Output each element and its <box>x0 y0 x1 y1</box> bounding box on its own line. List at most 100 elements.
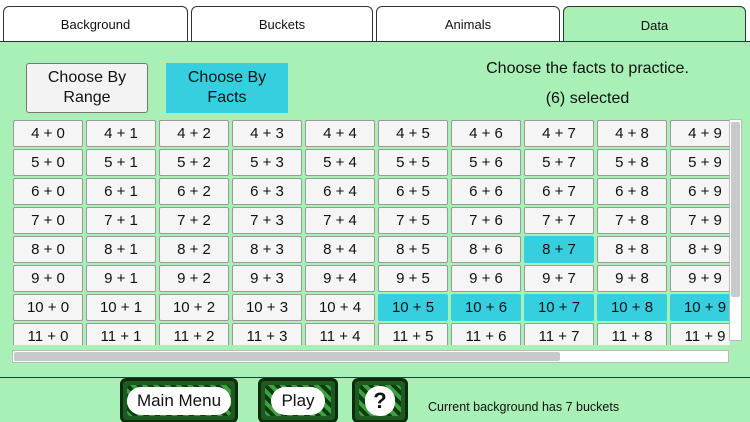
fact-cell[interactable]: 7 + 3 <box>232 207 302 234</box>
fact-cell[interactable]: 10 + 0 <box>13 294 83 321</box>
fact-cell[interactable]: 8 + 2 <box>159 236 229 263</box>
fact-cell[interactable]: 6 + 5 <box>378 178 448 205</box>
fact-cell[interactable]: 5 + 1 <box>86 149 156 176</box>
tab-buckets[interactable]: Buckets <box>191 6 373 42</box>
fact-cell[interactable]: 4 + 9 <box>670 120 730 147</box>
fact-cell[interactable]: 6 + 7 <box>524 178 594 205</box>
vertical-scrollbar[interactable] <box>729 119 742 341</box>
fact-cell[interactable]: 9 + 9 <box>670 265 730 292</box>
fact-cell[interactable]: 8 + 1 <box>86 236 156 263</box>
fact-cell[interactable]: 11 + 5 <box>378 323 448 345</box>
fact-cell[interactable]: 9 + 0 <box>13 265 83 292</box>
play-button[interactable]: Play <box>258 378 338 422</box>
fact-cell[interactable]: 10 + 9 <box>670 294 730 321</box>
main-menu-label: Main Menu <box>126 386 232 415</box>
fact-cell[interactable]: 9 + 1 <box>86 265 156 292</box>
fact-cell[interactable]: 9 + 2 <box>159 265 229 292</box>
fact-cell[interactable]: 11 + 7 <box>524 323 594 345</box>
fact-cell[interactable]: 4 + 5 <box>378 120 448 147</box>
fact-cell[interactable]: 6 + 9 <box>670 178 730 205</box>
fact-cell[interactable]: 8 + 6 <box>451 236 521 263</box>
fact-cell[interactable]: 4 + 4 <box>305 120 375 147</box>
fact-cell[interactable]: 7 + 9 <box>670 207 730 234</box>
horizontal-scrollbar[interactable] <box>12 350 729 363</box>
fact-cell[interactable]: 9 + 5 <box>378 265 448 292</box>
choose-by-facts-button[interactable]: Choose By Facts <box>166 63 288 113</box>
fact-cell[interactable]: 6 + 6 <box>451 178 521 205</box>
fact-cell[interactable]: 4 + 0 <box>13 120 83 147</box>
fact-cell[interactable]: 8 + 4 <box>305 236 375 263</box>
fact-cell[interactable]: 6 + 3 <box>232 178 302 205</box>
fact-cell[interactable]: 6 + 4 <box>305 178 375 205</box>
facts-grid-viewport: 4 + 04 + 14 + 24 + 34 + 44 + 54 + 64 + 7… <box>12 119 730 345</box>
choose-by-range-button[interactable]: Choose By Range <box>26 63 148 113</box>
fact-cell[interactable]: 9 + 4 <box>305 265 375 292</box>
fact-cell[interactable]: 7 + 5 <box>378 207 448 234</box>
fact-cell[interactable]: 5 + 0 <box>13 149 83 176</box>
fact-cell[interactable]: 4 + 8 <box>597 120 667 147</box>
fact-cell[interactable]: 11 + 3 <box>232 323 302 345</box>
fact-cell[interactable]: 5 + 4 <box>305 149 375 176</box>
fact-cell[interactable]: 10 + 3 <box>232 294 302 321</box>
fact-cell[interactable]: 4 + 6 <box>451 120 521 147</box>
fact-cell[interactable]: 6 + 0 <box>13 178 83 205</box>
fact-cell[interactable]: 7 + 2 <box>159 207 229 234</box>
fact-cell[interactable]: 6 + 2 <box>159 178 229 205</box>
fact-cell[interactable]: 5 + 7 <box>524 149 594 176</box>
fact-cell[interactable]: 8 + 3 <box>232 236 302 263</box>
fact-cell[interactable]: 4 + 2 <box>159 120 229 147</box>
fact-cell[interactable]: 11 + 6 <box>451 323 521 345</box>
fact-cell[interactable]: 8 + 0 <box>13 236 83 263</box>
fact-cell[interactable]: 11 + 9 <box>670 323 730 345</box>
fact-cell[interactable]: 8 + 5 <box>378 236 448 263</box>
fact-cell[interactable]: 8 + 9 <box>670 236 730 263</box>
fact-cell[interactable]: 7 + 1 <box>86 207 156 234</box>
fact-cell[interactable]: 10 + 1 <box>86 294 156 321</box>
fact-cell[interactable]: 4 + 7 <box>524 120 594 147</box>
help-button[interactable]: ? <box>352 378 408 422</box>
fact-cell[interactable]: 10 + 8 <box>597 294 667 321</box>
fact-cell[interactable]: 10 + 5 <box>378 294 448 321</box>
fact-cell[interactable]: 5 + 5 <box>378 149 448 176</box>
main-menu-button[interactable]: Main Menu <box>120 378 238 422</box>
fact-cell[interactable]: 5 + 6 <box>451 149 521 176</box>
tab-bar: Background Buckets Animals Data <box>0 0 750 44</box>
fact-cell[interactable]: 7 + 6 <box>451 207 521 234</box>
fact-cell[interactable]: 7 + 7 <box>524 207 594 234</box>
tab-background[interactable]: Background <box>3 6 188 42</box>
fact-cell[interactable]: 11 + 0 <box>13 323 83 345</box>
fact-cell[interactable]: 9 + 6 <box>451 265 521 292</box>
selected-count: (6) selected <box>545 90 630 107</box>
fact-cell[interactable]: 7 + 4 <box>305 207 375 234</box>
fact-cell[interactable]: 8 + 8 <box>597 236 667 263</box>
fact-cell[interactable]: 5 + 3 <box>232 149 302 176</box>
vertical-scroll-thumb[interactable] <box>731 122 740 297</box>
fact-cell[interactable]: 4 + 1 <box>86 120 156 147</box>
horizontal-scroll-thumb[interactable] <box>14 352 560 361</box>
fact-cell[interactable]: 10 + 4 <box>305 294 375 321</box>
fact-cell[interactable]: 8 + 7 <box>524 236 594 263</box>
facts-grid: 4 + 04 + 14 + 24 + 34 + 44 + 54 + 64 + 7… <box>12 119 730 345</box>
choose-by-range-label: Choose By Range <box>47 69 127 106</box>
fact-cell[interactable]: 11 + 4 <box>305 323 375 345</box>
fact-cell[interactable]: 6 + 1 <box>86 178 156 205</box>
fact-cell[interactable]: 7 + 0 <box>13 207 83 234</box>
fact-cell[interactable]: 11 + 1 <box>86 323 156 345</box>
fact-cell[interactable]: 5 + 9 <box>670 149 730 176</box>
tab-animals[interactable]: Animals <box>376 6 560 42</box>
fact-cell[interactable]: 6 + 8 <box>597 178 667 205</box>
fact-cell[interactable]: 11 + 8 <box>597 323 667 345</box>
help-label: ? <box>365 385 395 416</box>
fact-cell[interactable]: 9 + 3 <box>232 265 302 292</box>
fact-cell[interactable]: 9 + 8 <box>597 265 667 292</box>
fact-cell[interactable]: 7 + 8 <box>597 207 667 234</box>
fact-cell[interactable]: 5 + 8 <box>597 149 667 176</box>
fact-cell[interactable]: 11 + 2 <box>159 323 229 345</box>
fact-cell[interactable]: 10 + 2 <box>159 294 229 321</box>
fact-cell[interactable]: 5 + 2 <box>159 149 229 176</box>
fact-cell[interactable]: 4 + 3 <box>232 120 302 147</box>
fact-cell[interactable]: 10 + 6 <box>451 294 521 321</box>
fact-cell[interactable]: 9 + 7 <box>524 265 594 292</box>
tab-data[interactable]: Data <box>563 6 746 44</box>
fact-cell[interactable]: 10 + 7 <box>524 294 594 321</box>
